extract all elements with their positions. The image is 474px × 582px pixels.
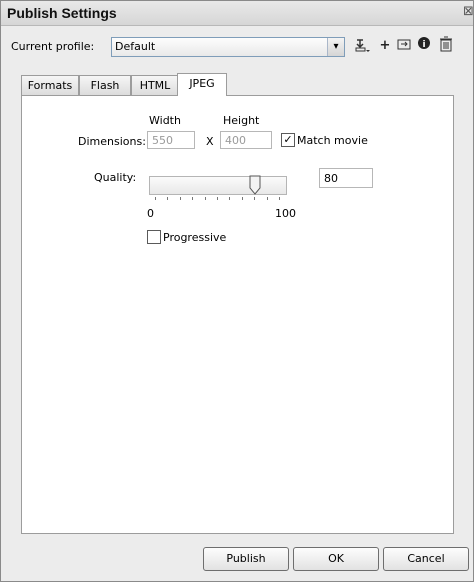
tab-flash[interactable]: Flash — [79, 75, 131, 95]
profile-row: Current profile: Default ▾ + i — [1, 35, 473, 57]
jpeg-panel — [21, 95, 454, 534]
slider-min-label: 0 — [147, 207, 154, 220]
x-separator: X — [206, 135, 214, 148]
profile-value: Default — [115, 40, 156, 53]
add-profile-icon[interactable]: + — [376, 36, 394, 56]
profile-label: Current profile: — [11, 40, 95, 53]
width-header: Width — [149, 114, 181, 127]
profile-select[interactable]: Default ▾ — [111, 37, 345, 57]
slider-thumb[interactable] — [249, 175, 261, 195]
quality-label: Quality: — [94, 171, 137, 184]
progressive-checkbox[interactable] — [147, 230, 161, 244]
slider-tick — [180, 197, 181, 200]
slider-tick — [205, 197, 206, 200]
slider-tick — [192, 197, 193, 200]
slider-tick — [242, 197, 243, 200]
slider-tick — [167, 197, 168, 200]
quality-input[interactable]: 80 — [319, 168, 373, 188]
close-icon[interactable]: ⊠ — [463, 4, 474, 20]
dimensions-label: Dimensions: — [78, 135, 146, 148]
height-input[interactable]: 400 — [220, 131, 272, 149]
match-movie-checkbox[interactable]: ✓ — [281, 133, 295, 147]
cancel-button[interactable]: Cancel — [383, 547, 469, 571]
slider-tick — [229, 197, 230, 200]
match-movie-label: Match movie — [297, 134, 368, 147]
duplicate-icon[interactable] — [395, 36, 413, 56]
slider-tick — [217, 197, 218, 200]
slider-tick — [267, 197, 268, 200]
slider-tick — [254, 197, 255, 200]
title-bar: Publish Settings ⊠ — [1, 1, 474, 26]
slider-tick — [279, 197, 280, 200]
svg-text:i: i — [422, 40, 425, 50]
tab-jpeg[interactable]: JPEG — [177, 73, 227, 96]
checkmark-icon: ✓ — [283, 133, 293, 146]
import-export-icon[interactable] — [353, 36, 371, 56]
height-header: Height — [223, 114, 260, 127]
publish-button[interactable]: Publish — [203, 547, 289, 571]
quality-slider[interactable] — [149, 175, 287, 195]
trash-icon[interactable] — [437, 36, 455, 56]
tab-html[interactable]: HTML — [131, 75, 179, 95]
dialog-title: Publish Settings — [7, 5, 117, 21]
width-input[interactable]: 550 — [147, 131, 195, 149]
ok-button[interactable]: OK — [293, 547, 379, 571]
info-icon[interactable]: i — [415, 36, 433, 56]
slider-tick — [155, 197, 156, 200]
progressive-label: Progressive — [163, 231, 227, 244]
slider-max-label: 100 — [275, 207, 296, 220]
publish-settings-dialog: Publish Settings ⊠ Current profile: Defa… — [0, 0, 474, 582]
tab-formats[interactable]: Formats — [21, 75, 79, 95]
chevron-down-icon[interactable]: ▾ — [327, 38, 344, 56]
